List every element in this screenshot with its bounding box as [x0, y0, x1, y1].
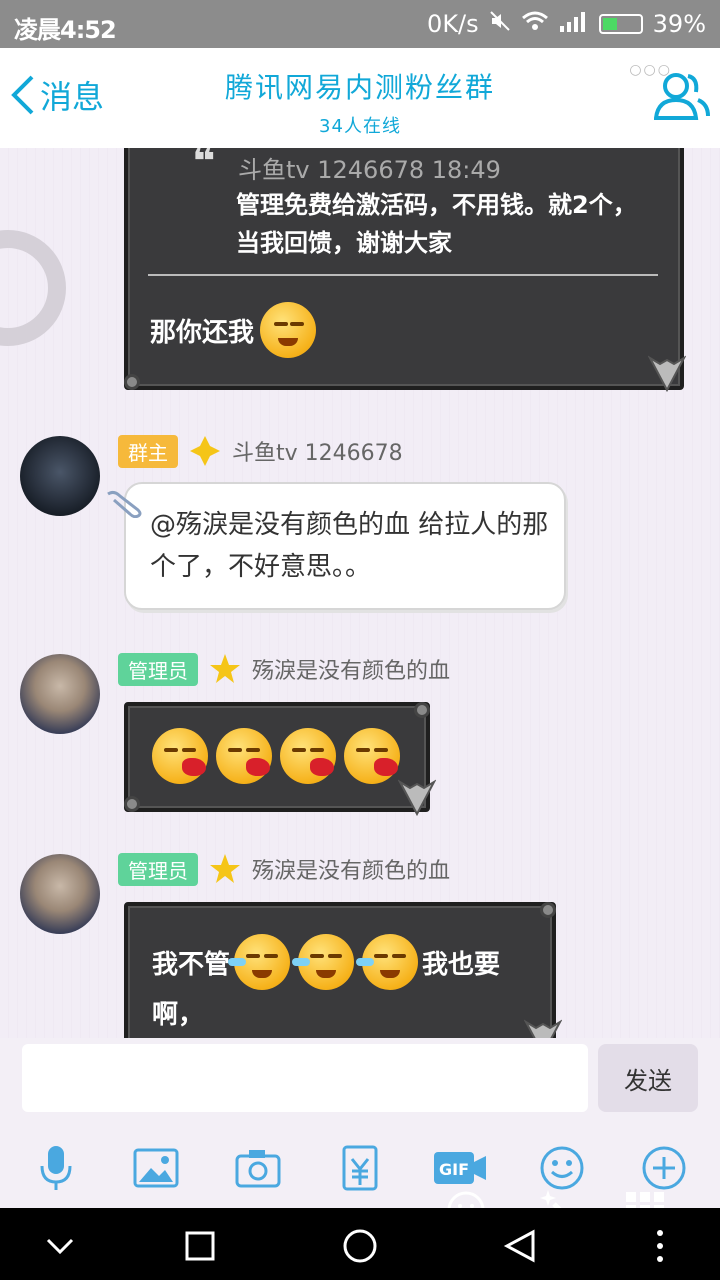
message-text: @殇淚是没有颜色的血 给拉人的那个了，不好意思。。 [150, 510, 549, 582]
nav-recents-button[interactable] [180, 1226, 220, 1266]
message-input[interactable] [22, 1044, 588, 1112]
sender-name[interactable]: 斗鱼tv 1246678 [232, 435, 403, 467]
battery-percent: 39% [652, 10, 706, 38]
chevron-left-icon [11, 75, 34, 115]
quote-meta: 斗鱼tv 1246678 18:49 [238, 156, 501, 184]
chevron-down-icon [46, 1238, 74, 1255]
message-bubble-emoji[interactable] [124, 702, 436, 816]
message-text: 我不管 [152, 949, 231, 980]
members-icon [653, 73, 710, 120]
triangle-back-icon [503, 1229, 535, 1263]
nav-hide-button[interactable] [40, 1226, 80, 1266]
vertical-dots-icon [657, 1230, 663, 1262]
avatar[interactable] [20, 854, 100, 934]
star-icon [210, 854, 240, 883]
chat-header: 消息 腾讯网易内测粉丝群 34人在线 ○○○ [0, 48, 720, 148]
bolt-decoration [414, 702, 430, 718]
online-count: 34人在线 [319, 116, 401, 137]
message-text: 我也要 [422, 949, 501, 980]
embarrassed-emoji-icon [260, 302, 317, 358]
red-packet-icon [342, 1145, 378, 1191]
net-speed: 0K/s [427, 10, 479, 38]
nav-menu-button[interactable] [640, 1226, 680, 1266]
more-button[interactable] [640, 1144, 688, 1192]
smiley-icon [540, 1146, 584, 1190]
quote-text: 管理免费给激活码，不用钱。就2个，当我回馈，谢谢大家 [236, 191, 637, 257]
image-icon [133, 1148, 179, 1188]
group-title: 腾讯网易内测粉丝群 [224, 71, 495, 104]
emoji-button[interactable] [538, 1144, 586, 1192]
status-time: 凌晨4:52 [14, 16, 117, 44]
bolt-decoration [124, 796, 140, 812]
mute-icon [489, 10, 511, 38]
square-icon [185, 1231, 215, 1261]
chat-toolbar: GIF [0, 1128, 720, 1208]
back-button[interactable]: 消息 [10, 72, 104, 118]
star-icon [210, 654, 240, 683]
diamond-icon [190, 436, 220, 466]
nav-back-button[interactable] [500, 1226, 540, 1266]
owner-badge: 群主 [118, 434, 178, 468]
decepticon-icon [524, 1019, 562, 1038]
circle-icon [343, 1229, 377, 1263]
gif-button[interactable]: GIF [432, 1144, 488, 1192]
avatar[interactable] [20, 436, 100, 516]
chat-area[interactable]: ❝ 斗鱼tv 1246678 18:49 管理免费给激活码，不用钱。就2个，当我… [0, 148, 720, 1038]
sender-name[interactable]: 殇淚是没有颜色的血 [252, 853, 450, 885]
bleeding-emoji-icon [280, 728, 336, 784]
status-bar: 凌晨4:52 0K/s 39% [0, 0, 720, 48]
decepticon-icon [648, 355, 686, 392]
plus-circle-icon [642, 1146, 686, 1190]
bolt-decoration [540, 902, 556, 918]
group-members-button[interactable] [653, 70, 710, 126]
svg-text:GIF: GIF [439, 1160, 469, 1179]
crying-emoji-icon [228, 934, 291, 990]
crying-emoji-icon [292, 934, 355, 990]
signal-icon [559, 10, 589, 38]
send-button[interactable]: 发送 [598, 1044, 698, 1112]
gif-icon: GIF [434, 1152, 486, 1184]
crying-emoji-icon [356, 934, 419, 990]
avatar[interactable] [20, 654, 100, 734]
floating-ring[interactable] [0, 230, 66, 346]
bleeding-emoji-icon [152, 728, 208, 784]
decepticon-icon [398, 779, 436, 816]
bleeding-emoji-icon [216, 728, 272, 784]
reply-text: 那你还我 [150, 317, 255, 348]
nav-home-button[interactable] [340, 1226, 380, 1266]
voice-button[interactable] [32, 1144, 80, 1192]
red-packet-button[interactable] [336, 1144, 384, 1192]
quote-divider [148, 274, 658, 276]
back-label: 消息 [40, 78, 105, 116]
message-bubble[interactable]: 我不管 我也要 啊， [124, 902, 562, 1038]
message-bubble-quote[interactable]: ❝ 斗鱼tv 1246678 18:49 管理免费给激活码，不用钱。就2个，当我… [124, 148, 686, 392]
admin-badge: 管理员 [118, 852, 198, 886]
sender-name[interactable]: 殇淚是没有颜色的血 [252, 653, 450, 685]
admin-badge: 管理员 [118, 652, 198, 686]
message-text: 啊， [152, 1000, 205, 1030]
title-area[interactable]: 腾讯网易内测粉丝群 34人在线 [160, 66, 560, 138]
microphone-icon [40, 1146, 72, 1190]
battery-icon [598, 14, 643, 34]
wifi-icon [521, 10, 549, 38]
bleeding-emoji-icon [344, 728, 400, 784]
paperclip-icon [107, 490, 142, 518]
bolt-decoration [124, 374, 140, 390]
quote-icon: ❝ [192, 148, 216, 185]
camera-icon [235, 1150, 281, 1188]
input-bar: 发送 [0, 1038, 720, 1128]
message-bubble[interactable]: @殇淚是没有颜色的血 给拉人的那个了，不好意思。。 [124, 482, 566, 610]
camera-button[interactable] [234, 1144, 282, 1192]
system-nav-bar [0, 1208, 720, 1280]
image-button[interactable] [132, 1144, 180, 1192]
